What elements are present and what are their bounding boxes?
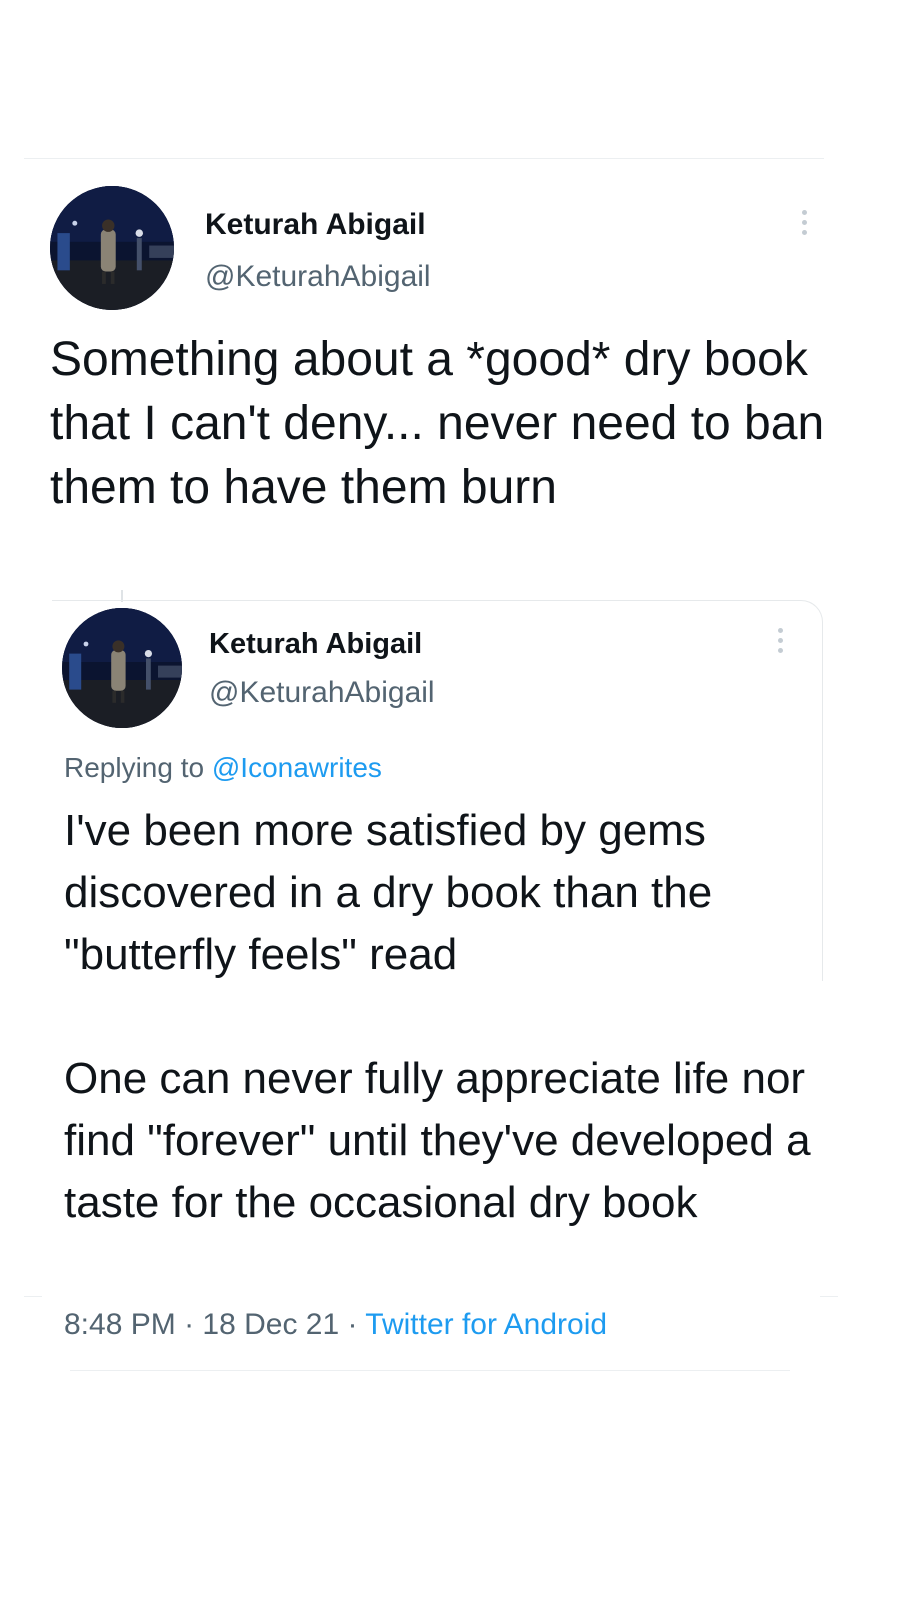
replying-to-line: Replying to @Iconawrites — [64, 752, 382, 784]
meta-separator: · — [339, 1308, 366, 1341]
tweet-text: Something about a *good* dry book that I… — [50, 333, 825, 514]
tweet-time[interactable]: 8:48 PM — [64, 1308, 176, 1341]
profile-photo-image — [50, 186, 174, 310]
more-vertical-icon[interactable] — [776, 628, 784, 653]
replying-to-label: Replying to — [64, 752, 212, 783]
quoted-author-name[interactable]: Keturah Abigail — [209, 628, 422, 661]
quoted-tweet-text: I've been more satisfied by gems discove… — [64, 806, 811, 1227]
tweet-meta: 8:48 PM · 18 Dec 21 · Twitter for Androi… — [64, 1308, 607, 1342]
quoted-author-handle[interactable]: @KeturahAbigail — [209, 676, 435, 710]
tweet-source-link[interactable]: Twitter for Android — [365, 1308, 607, 1341]
quoted-avatar[interactable] — [62, 608, 182, 728]
more-vertical-icon[interactable] — [800, 210, 808, 235]
divider-bottom — [70, 1370, 790, 1371]
tweet-date[interactable]: 18 Dec 21 — [202, 1308, 339, 1341]
mention-link[interactable]: @Iconawrites — [212, 752, 382, 783]
avatar[interactable] — [50, 186, 174, 310]
tweet-screenshot: Keturah Abigail @KeturahAbigail Somethin… — [0, 0, 900, 1600]
divider-stub-right — [820, 1296, 838, 1297]
author-name[interactable]: Keturah Abigail — [205, 208, 426, 242]
divider-stub-left — [24, 1296, 42, 1297]
author-handle[interactable]: @KeturahAbigail — [205, 260, 431, 294]
divider-top — [24, 158, 824, 159]
meta-separator: · — [175, 1308, 203, 1341]
profile-photo-image — [62, 608, 182, 728]
